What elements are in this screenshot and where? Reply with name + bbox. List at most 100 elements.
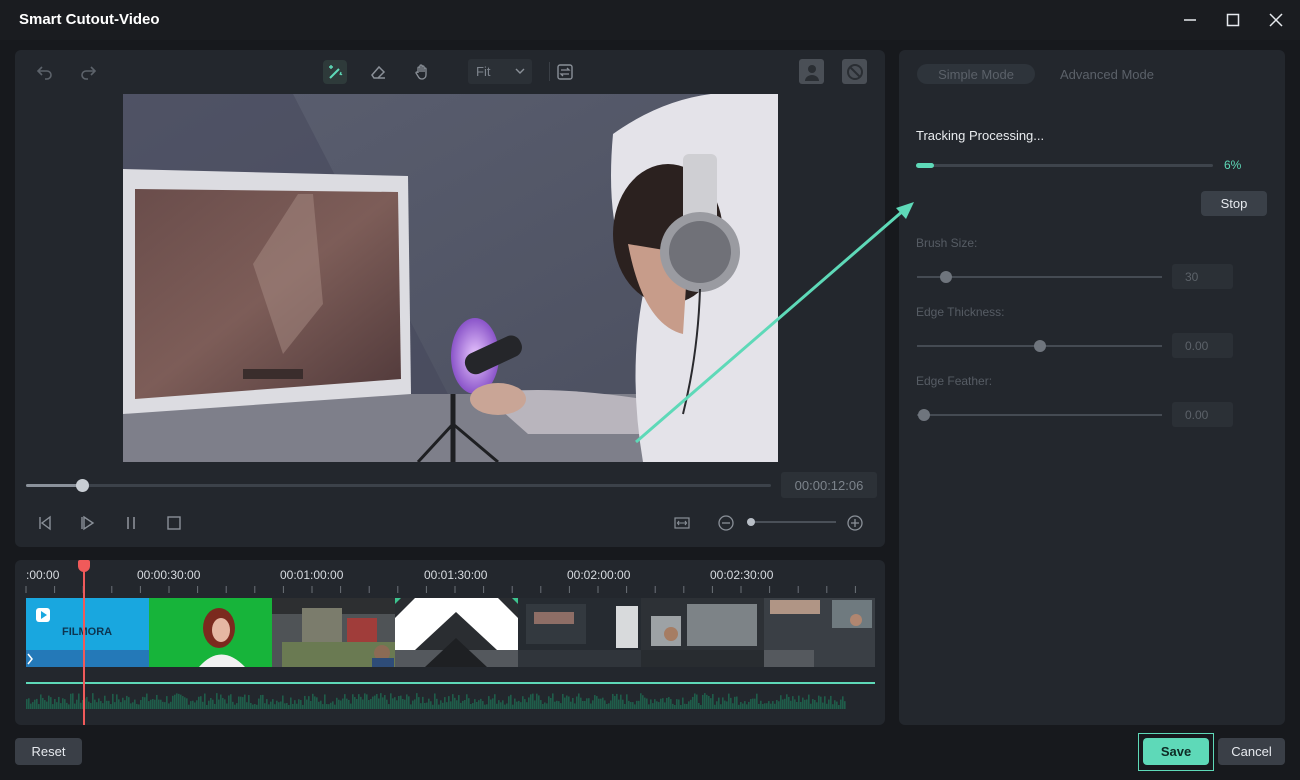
cancel-button[interactable]: Cancel	[1218, 738, 1285, 765]
audio-waveform-bar	[712, 694, 714, 709]
audio-waveform-bar	[246, 702, 248, 709]
preview-panel: Fit 00:00:12:06	[15, 50, 885, 547]
audio-waveform-bar	[192, 700, 194, 709]
edge-feather-slider[interactable]	[917, 409, 1162, 421]
audio-waveform-bar	[808, 694, 810, 709]
audio-waveform-bar	[784, 698, 786, 709]
scrubber-handle[interactable]	[75, 479, 89, 492]
audio-waveform-bar	[346, 698, 348, 709]
preview-scrubber[interactable]	[26, 479, 771, 492]
audio-waveform-bar	[336, 697, 338, 709]
audio-waveform-bar	[418, 697, 420, 709]
redo-button[interactable]	[76, 60, 100, 84]
tracking-progress-bar	[916, 163, 1213, 168]
audio-waveform-bar	[494, 694, 496, 709]
edge-feather-input[interactable]: 0.00	[1172, 402, 1233, 427]
audio-waveform-bar	[472, 703, 474, 709]
tab-advanced-mode[interactable]: Advanced Mode	[1049, 64, 1165, 84]
timeline-panel[interactable]: :00:00 00:00:30:00 00:01:00:00 00:01:30:00 0…	[15, 560, 885, 725]
audio-waveform-bar	[392, 698, 394, 709]
audio-waveform-bar	[566, 695, 568, 709]
audio-waveform-bar	[706, 694, 708, 709]
audio-waveform-bar	[130, 703, 132, 709]
zoom-slider[interactable]	[746, 518, 836, 526]
audio-waveform-bar	[136, 703, 138, 709]
close-button[interactable]	[1263, 8, 1289, 32]
fit-select[interactable]: Fit	[468, 59, 532, 84]
audio-waveform-bar	[386, 699, 388, 709]
audio-waveform-bar	[134, 699, 136, 709]
audio-waveform-bar	[294, 700, 296, 709]
eraser-button[interactable]	[366, 60, 390, 84]
hand-button[interactable]	[410, 60, 434, 84]
maximize-button[interactable]	[1220, 8, 1246, 32]
audio-track	[26, 682, 875, 709]
compare-button[interactable]	[553, 60, 577, 84]
audio-waveform-bar	[248, 695, 250, 709]
audio-waveform-bar	[470, 703, 472, 709]
audio-waveform-bar	[400, 695, 402, 709]
audio-waveform-bar	[822, 702, 824, 709]
play-button[interactable]	[77, 512, 99, 534]
audio-waveform-bar	[532, 693, 534, 709]
audio-waveform-bar	[466, 694, 468, 709]
playhead-handle[interactable]	[78, 560, 90, 572]
fit-timeline-button[interactable]	[671, 512, 693, 534]
audio-waveform-bar	[36, 698, 38, 709]
playhead[interactable]	[83, 568, 85, 725]
audio-waveform-bar	[492, 698, 494, 709]
chevron-down-icon	[515, 68, 525, 74]
audio-waveform-bar	[720, 704, 722, 709]
audio-waveform-bar	[188, 704, 190, 709]
edge-thickness-input[interactable]: 0.00	[1172, 333, 1233, 358]
audio-waveform-bar	[266, 699, 268, 709]
pause-button[interactable]	[120, 512, 142, 534]
audio-waveform-bar	[404, 699, 406, 709]
edge-thickness-slider-handle[interactable]	[1033, 340, 1046, 352]
brush-size-slider[interactable]	[917, 271, 1162, 283]
edge-feather-slider-handle[interactable]	[918, 409, 931, 421]
audio-waveform-bar	[690, 699, 692, 709]
tab-simple-mode[interactable]: Simple Mode	[917, 64, 1035, 84]
reset-button[interactable]: Reset	[15, 738, 82, 765]
audio-waveform-bar	[768, 701, 770, 709]
zoom-slider-handle[interactable]	[746, 518, 755, 526]
audio-waveform-bar	[612, 693, 614, 709]
audio-waveform-bar	[158, 699, 160, 709]
audio-waveform-bar	[642, 695, 644, 709]
audio-waveform-bar	[540, 700, 542, 709]
audio-waveform-bar	[326, 704, 328, 709]
audio-waveform-bar	[274, 704, 276, 709]
audio-waveform-bar	[778, 701, 780, 709]
audio-waveform-bar	[116, 694, 118, 709]
brush-size-input[interactable]: 30	[1172, 264, 1233, 289]
smart-brush-button[interactable]	[323, 60, 347, 84]
minimize-button[interactable]	[1177, 8, 1203, 32]
audio-waveform-bar	[174, 694, 176, 709]
person-mode-button[interactable]	[799, 59, 824, 84]
audio-waveform-bar	[714, 704, 716, 709]
stop-button[interactable]: Stop	[1201, 191, 1267, 216]
undo-button[interactable]	[33, 60, 57, 84]
audio-waveform-bar	[832, 704, 834, 709]
disable-button[interactable]	[842, 59, 867, 84]
audio-waveform-bar	[722, 697, 724, 709]
audio-waveform-bar	[780, 695, 782, 709]
audio-waveform-bar	[66, 702, 68, 709]
brush-size-slider-handle[interactable]	[940, 271, 953, 283]
zoom-in-icon	[847, 515, 863, 531]
save-button[interactable]: Save	[1143, 738, 1209, 765]
stop-playback-button[interactable]	[163, 512, 185, 534]
audio-waveform-bar	[824, 696, 826, 709]
eraser-icon	[371, 65, 386, 79]
prev-frame-button[interactable]	[34, 512, 56, 534]
zoom-out-button[interactable]	[715, 512, 737, 534]
audio-waveform-bar	[172, 695, 174, 709]
audio-waveform-bar	[44, 700, 46, 709]
audio-waveform-bar	[162, 701, 164, 709]
audio-waveform-bar	[46, 701, 48, 709]
zoom-in-button[interactable]	[844, 512, 866, 534]
edge-thickness-slider[interactable]	[917, 340, 1162, 352]
audio-waveform-bar	[710, 698, 712, 709]
audio-waveform-bar	[564, 697, 566, 709]
